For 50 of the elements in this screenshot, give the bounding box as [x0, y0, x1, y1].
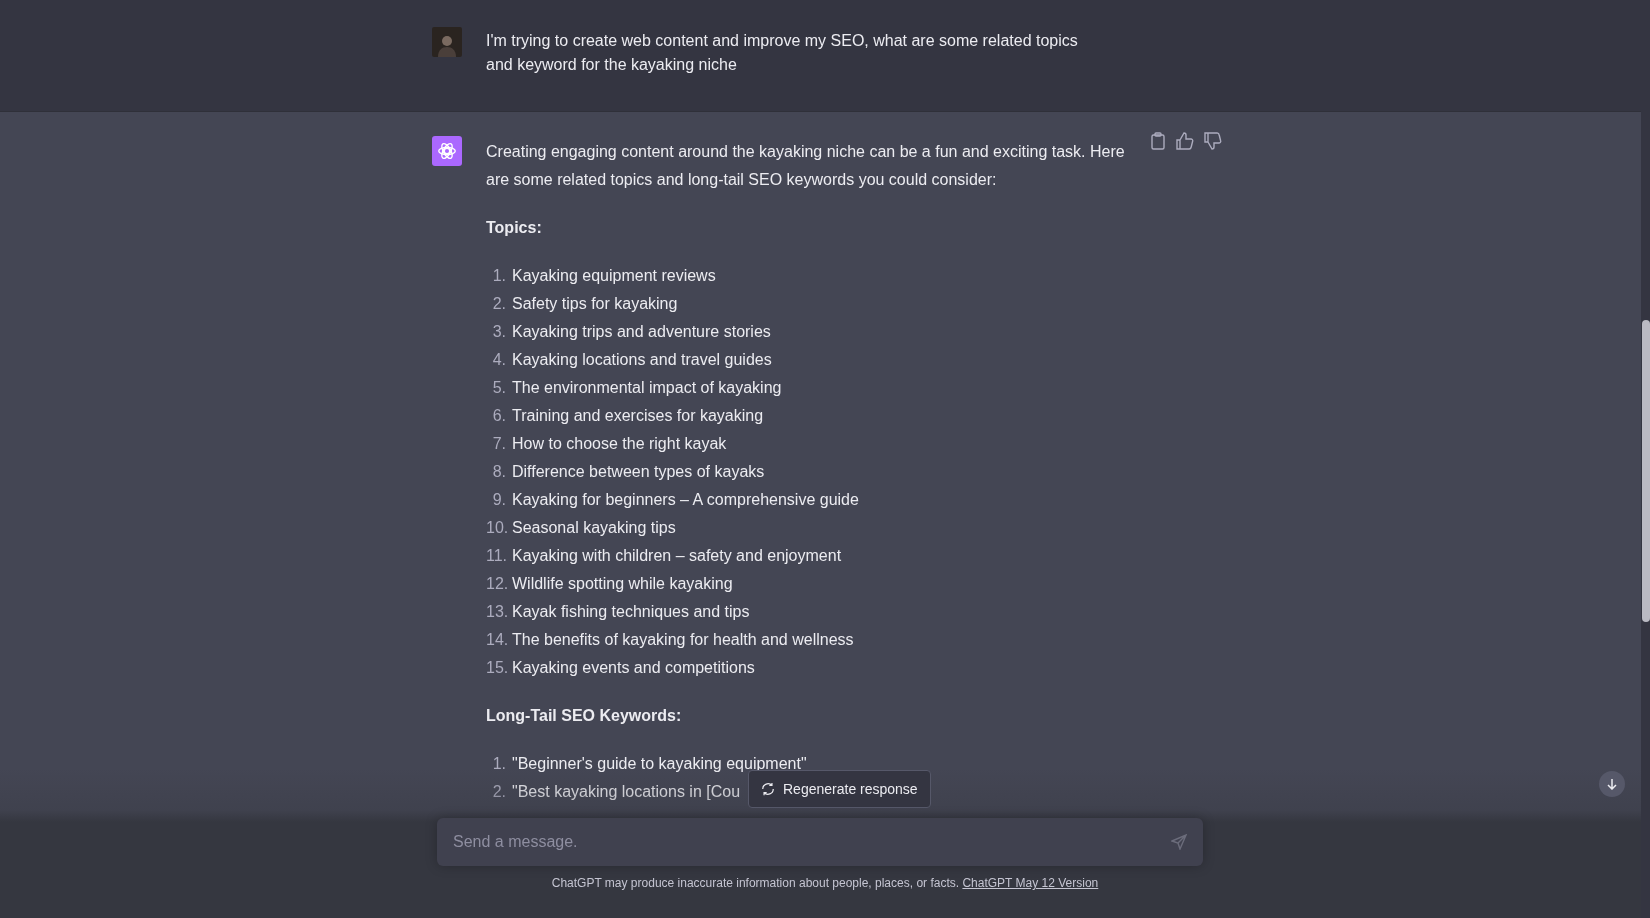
- arrow-down-icon: [1606, 778, 1618, 790]
- list-number: 1.: [491, 754, 506, 774]
- list-number: 9.: [491, 490, 506, 510]
- list-number: 13.: [486, 602, 506, 622]
- scrollbar-thumb[interactable]: [1642, 320, 1650, 622]
- section-heading: Long-Tail SEO Keywords:: [486, 706, 683, 726]
- list-item: Kayaking trips and adventure stories: [512, 322, 771, 342]
- user-avatar: [432, 27, 462, 57]
- regenerate-button[interactable]: Regenerate response: [748, 770, 931, 808]
- thumbs-up-icon[interactable]: [1176, 132, 1194, 150]
- list-item: Kayaking locations and travel guides: [512, 350, 772, 370]
- refresh-icon: [761, 782, 775, 796]
- response-intro: Creating engaging content around the kayaking niche can be a fun and exciting task. Here are some related topics and long-tail SEO keywords you could consider:: [486, 142, 1126, 190]
- list-number: 8.: [491, 462, 506, 482]
- list-item: "Best kayaking locations in [Cou: [512, 782, 741, 802]
- list-item: Training and exercises for kayaking: [512, 406, 764, 426]
- list-item: Wildlife spotting while kayaking: [512, 574, 733, 594]
- list-number: 14.: [486, 630, 506, 650]
- list-item: The benefits of kayaking for health and wellness: [512, 630, 854, 650]
- clipboard-icon[interactable]: [1150, 132, 1166, 150]
- list-number: 10.: [486, 518, 506, 538]
- list-item: The environmental impact of kayaking: [512, 378, 782, 398]
- list-number: 1.: [491, 266, 506, 286]
- list-number: 2.: [491, 782, 506, 802]
- version-link[interactable]: ChatGPT May 12 Version: [962, 876, 1099, 890]
- list-number: 3.: [491, 322, 506, 342]
- message-input[interactable]: Send a message.: [437, 818, 1203, 866]
- section-heading: Topics:: [486, 218, 543, 238]
- list-item: Safety tips for kayaking: [512, 294, 678, 314]
- list-number: 11.: [486, 546, 506, 566]
- list-number: 2.: [491, 294, 506, 314]
- list-item: Kayak fishing techniques and tips: [512, 602, 750, 622]
- list-item: Kayaking with children – safety and enjoyment: [512, 546, 842, 566]
- list-number: 15.: [486, 658, 506, 678]
- list-item: Kayaking for beginners – A comprehensive guide: [512, 490, 859, 510]
- thumbs-down-icon[interactable]: [1204, 132, 1222, 150]
- list-number: 12.: [486, 574, 506, 594]
- scroll-down-button[interactable]: [1599, 771, 1625, 797]
- list-number: 6.: [491, 406, 506, 426]
- list-item: Kayaking equipment reviews: [512, 266, 716, 286]
- list-item: Seasonal kayaking tips: [512, 518, 676, 538]
- list-number: 5.: [491, 378, 506, 398]
- list-number: 4.: [491, 350, 506, 370]
- list-number: 7.: [491, 434, 506, 454]
- list-item: Difference between types of kayaks: [512, 462, 765, 482]
- list-item: How to choose the right kayak: [512, 434, 727, 454]
- assistant-logo-icon: [432, 136, 462, 166]
- list-item: Kayaking events and competitions: [512, 658, 755, 678]
- disclaimer-text: ChatGPT may produce inaccurate information about people, places, or facts.: [551, 876, 960, 890]
- user-message: I'm trying to create web content and improve my SEO, what are some related topics and keyword for the kayaking niche: [486, 31, 1079, 75]
